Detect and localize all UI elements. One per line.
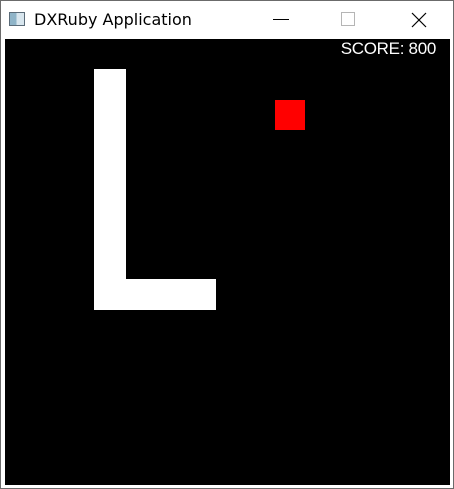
minimize-button[interactable] [255,1,301,39]
title-bar[interactable]: DXRuby Application [1,1,453,39]
minimize-icon [273,19,289,20]
game-canvas[interactable]: SCORE: 800 [5,39,450,485]
l-piece-vertical-bar [94,69,126,310]
app-window: DXRuby Application SCORE: 800 [0,0,454,489]
close-button[interactable] [395,1,441,39]
food-block [275,100,305,130]
window-title: DXRuby Application [34,10,192,29]
close-icon [411,12,427,28]
app-icon [9,12,25,26]
l-piece-foot [94,279,216,310]
maximize-button[interactable] [323,1,369,39]
maximize-icon [341,12,355,26]
score-label: SCORE: 800 [340,39,437,58]
